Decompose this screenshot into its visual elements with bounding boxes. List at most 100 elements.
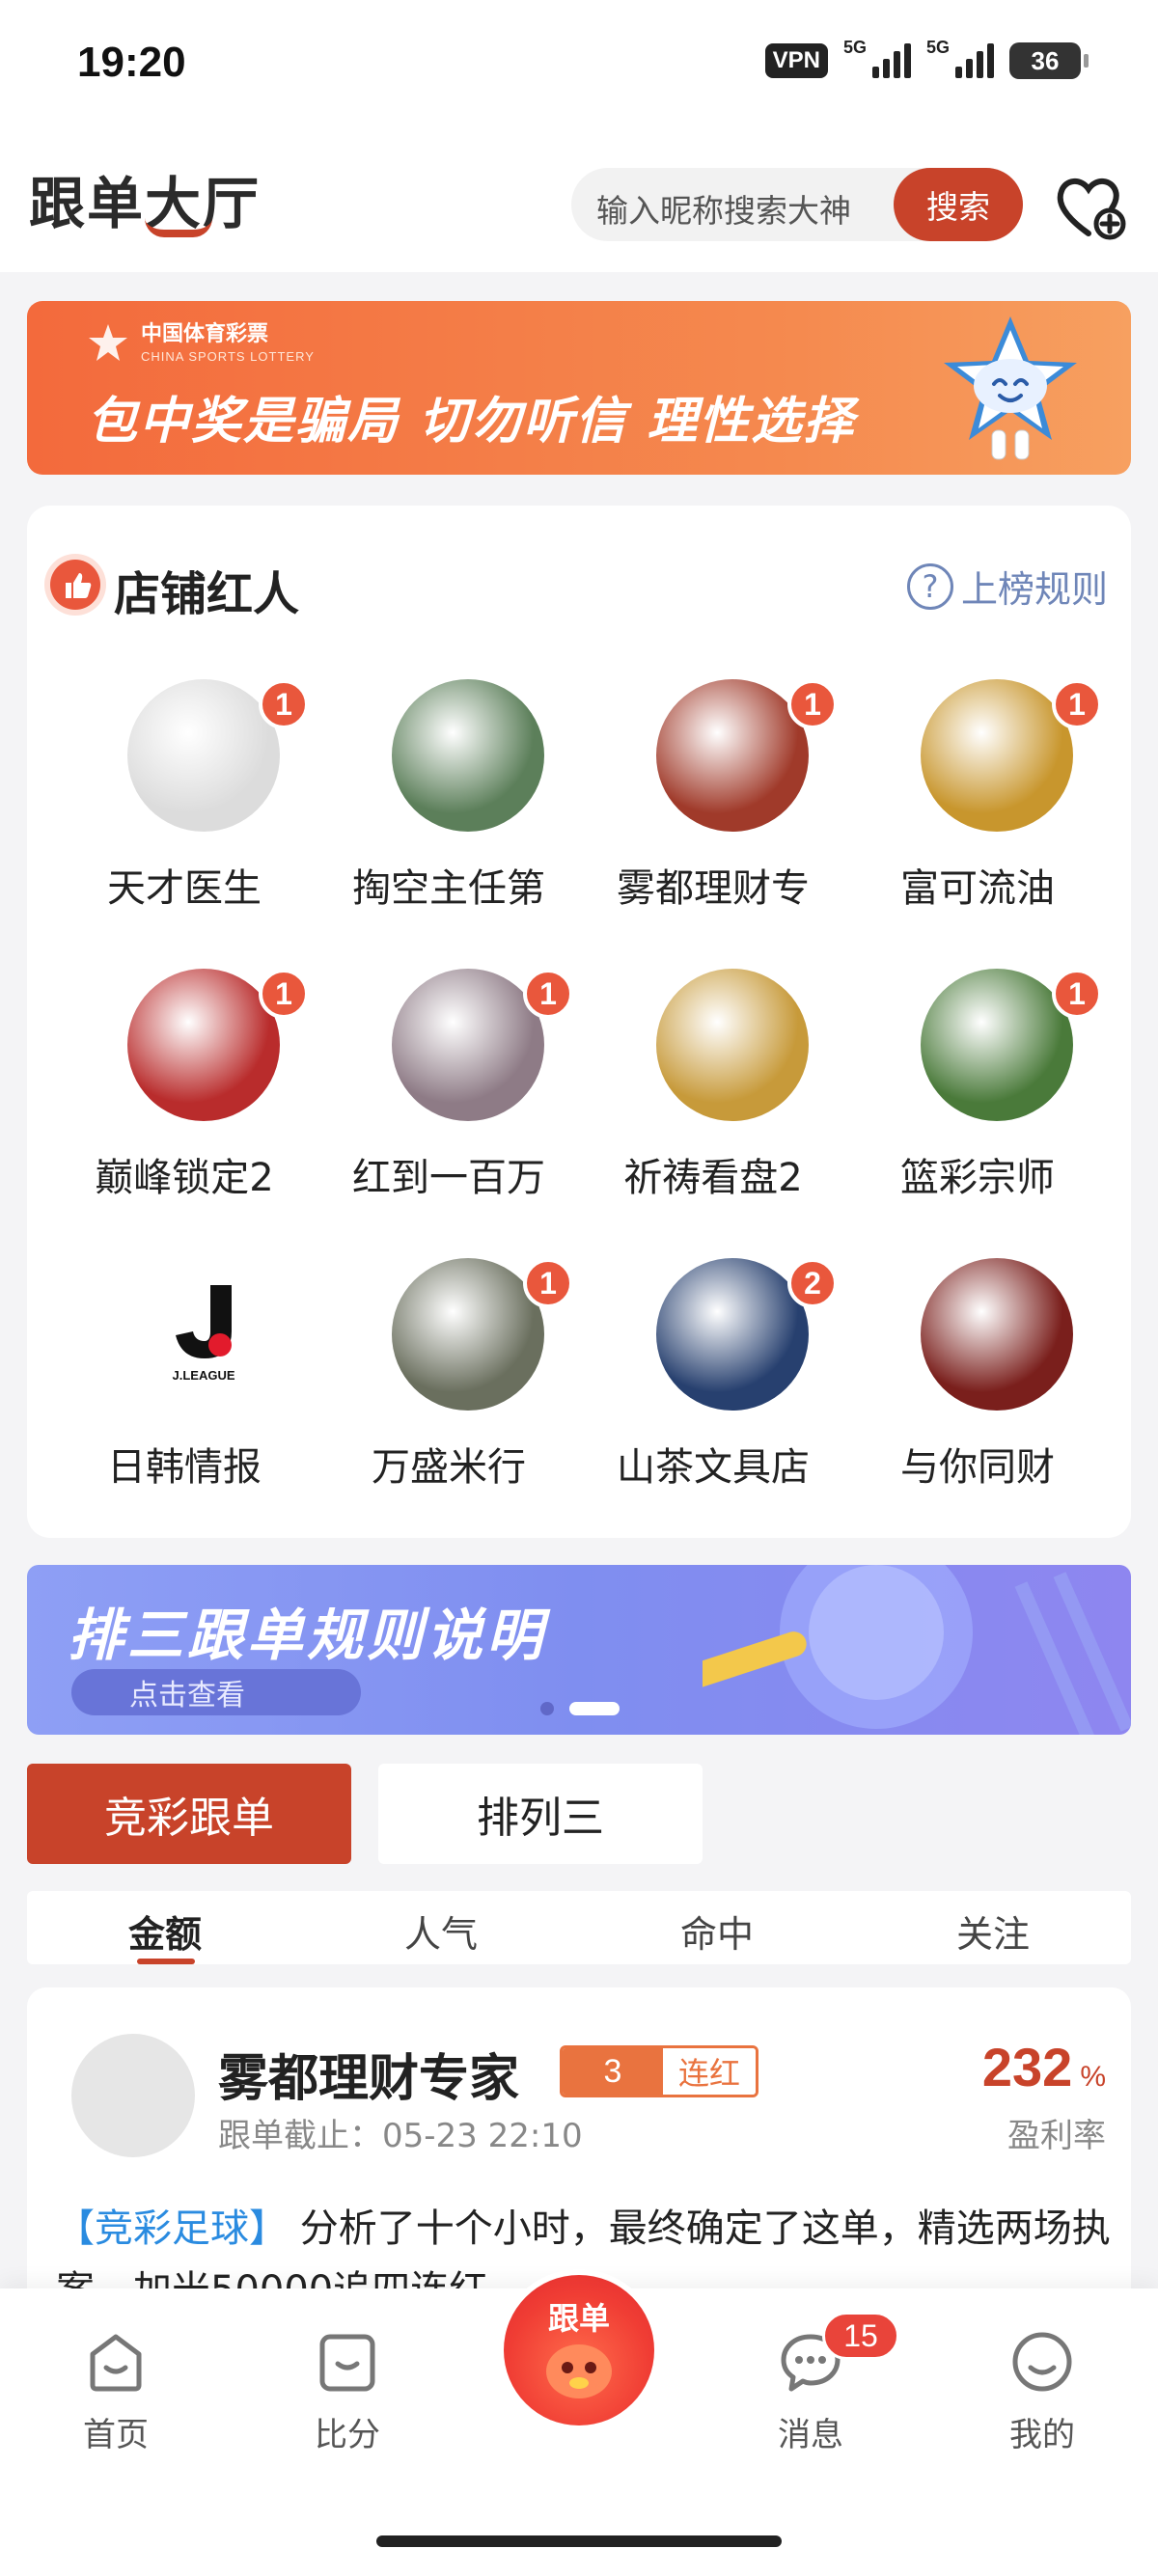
rank-badge: 1 (523, 1258, 573, 1308)
search-input[interactable]: 输入昵称搜索大神 搜索 (571, 168, 1023, 241)
lottery-brand: 中国体育彩票 (141, 322, 269, 346)
plan-tag[interactable]: 【竞彩足球】 (56, 2206, 288, 2251)
header: 跟单大厅 输入昵称搜索大神 搜索 (0, 135, 1158, 272)
avatar[interactable] (656, 679, 809, 832)
nav-score[interactable]: 比分 (270, 2325, 425, 2455)
avatar[interactable] (921, 679, 1073, 832)
mascot-face-icon (546, 2344, 612, 2398)
lottery-logo-icon (89, 324, 127, 361)
vpn-indicator: VPN (764, 43, 828, 78)
avatar[interactable] (392, 969, 544, 1121)
carousel-dot-active (569, 1702, 620, 1715)
nav-messages-label: 消息 (778, 2416, 843, 2454)
streak-badge: 3 连红 (560, 2045, 758, 2097)
signal-icon-2: 5G (926, 38, 994, 78)
status-icons: VPN 5G 5G 36 (764, 38, 1089, 79)
title-swoosh (145, 218, 212, 237)
nav-score-label: 比分 (315, 2416, 380, 2454)
store-star-name: 富可流油 (900, 866, 1055, 911)
store-star-item[interactable]: 1 雾都理财专 (575, 679, 851, 959)
avatar[interactable] (71, 2034, 195, 2157)
nav-home[interactable]: 首页 (39, 2325, 193, 2455)
rank-badge: 1 (259, 969, 309, 1019)
search-placeholder: 输入昵称搜索大神 (596, 192, 851, 230)
bottom-nav: 首页 比分 跟单 15 消息 我的 (0, 2275, 1158, 2576)
rank-badge: 1 (787, 679, 838, 729)
nav-mine[interactable]: 我的 (965, 2325, 1119, 2455)
avatar[interactable] (392, 679, 544, 832)
store-star-item[interactable]: 1 红到一百万 (311, 969, 587, 1248)
avatar[interactable] (127, 679, 280, 832)
tab-jingcai[interactable]: 竞彩跟单 (27, 1764, 351, 1864)
store-star-name: 篮彩宗师 (900, 1156, 1055, 1200)
store-star-item[interactable]: J.LEAGUE 日韩情报 (46, 1258, 322, 1538)
store-star-name: 与你同财 (900, 1445, 1055, 1490)
store-star-item[interactable]: 1 天才医生 (46, 679, 322, 959)
rank-badge: 1 (259, 679, 309, 729)
profit-value: 232 (981, 2037, 1073, 2097)
profit-label: 盈利率 (1007, 2117, 1106, 2155)
search-button[interactable]: 搜索 (894, 168, 1023, 241)
profit-unit: % (1080, 2061, 1106, 2093)
sort-tabs: 金额 人气 命中 关注 (27, 1891, 1131, 1964)
sort-tab-hit[interactable]: 命中 (579, 1905, 855, 1958)
store-star-item[interactable]: 1 万盛米行 (311, 1258, 587, 1538)
streak-label: 连红 (663, 2048, 756, 2095)
streak-count: 3 (563, 2048, 663, 2095)
status-time: 19:20 (77, 39, 186, 86)
jleague-text: J.LEAGUE (172, 1368, 235, 1383)
store-star-item[interactable]: 祈祷看盘2 (575, 969, 851, 1248)
store-stars-card: 店铺红人 ? 上榜规则 1 天才医生 掏空主任第 1 雾都理财专 1 富可流油 1 巅峰锁定2 1… (27, 506, 1131, 1538)
rank-badge: 2 (787, 1258, 838, 1308)
nav-follow[interactable]: 跟单 (504, 2275, 654, 2425)
avatar[interactable] (921, 1258, 1073, 1411)
nav-follow-label: 跟单 (547, 2300, 610, 2337)
avatar[interactable] (392, 1258, 544, 1411)
magnifier-decoration (703, 1565, 1131, 1735)
ranking-rules-link[interactable]: ? 上榜规则 (906, 560, 1108, 613)
avatar[interactable]: J.LEAGUE (127, 1258, 280, 1411)
score-icon (319, 2334, 375, 2392)
rules-banner[interactable]: 排三跟单规则说明 点击查看 (27, 1565, 1131, 1735)
store-star-item[interactable]: 与你同财 (840, 1258, 1116, 1538)
rank-badge: 1 (523, 969, 573, 1019)
follow-deadline: 跟单截止：05-23 22:10 (218, 2117, 583, 2155)
nav-home-label: 首页 (83, 2416, 149, 2454)
active-tab-indicator (137, 1959, 195, 1964)
view-rules-button[interactable]: 点击查看 (71, 1669, 361, 1715)
sort-tab-amount[interactable]: 金额 (27, 1905, 303, 1958)
sort-tab-follow[interactable]: 关注 (855, 1905, 1131, 1958)
message-count-badge: 15 (822, 2312, 899, 2360)
nav-messages[interactable]: 15 消息 (733, 2312, 899, 2455)
store-stars-title: 店铺红人 (114, 567, 300, 621)
store-star-item[interactable]: 1 巅峰锁定2 (46, 969, 322, 1248)
store-star-item[interactable]: 2 山茶文具店 (575, 1258, 851, 1538)
store-star-item[interactable]: 1 篮彩宗师 (840, 969, 1116, 1248)
follow-heart-icon[interactable] (1052, 170, 1129, 243)
banner-slogan: 包中奖是骗局 切勿听信 理性选择 (87, 393, 856, 451)
avatar[interactable] (656, 1258, 809, 1411)
lottery-brand-en: CHINA SPORTS LOTTERY (141, 349, 315, 364)
question-icon: ? (906, 562, 953, 610)
avatar[interactable] (127, 969, 280, 1121)
tab-pailie3[interactable]: 排列三 (378, 1764, 703, 1864)
expert-name: 雾都理财专家 (218, 2050, 520, 2108)
avatar[interactable] (921, 969, 1073, 1121)
profile-icon (1012, 2332, 1072, 2392)
store-star-item[interactable]: 掏空主任第 (311, 679, 587, 959)
battery-icon: 36 (1009, 42, 1089, 79)
rank-badge: 1 (1052, 679, 1102, 729)
avatar[interactable] (656, 969, 809, 1121)
signal-icon: 5G (843, 38, 911, 78)
ranking-rules-label: 上榜规则 (960, 568, 1108, 611)
store-star-item[interactable]: 1 富可流油 (840, 679, 1116, 959)
home-icon (90, 2334, 142, 2392)
sort-tab-popularity[interactable]: 人气 (303, 1905, 579, 1958)
rank-badge: 1 (1052, 969, 1102, 1019)
jleague-logo: J.LEAGUE (164, 1281, 243, 1387)
home-indicator (376, 2535, 782, 2547)
lottery-banner[interactable]: 中国体育彩票 CHINA SPORTS LOTTERY 包中奖是骗局 切勿听信 … (27, 301, 1131, 475)
page-title: 跟单大厅 (29, 171, 262, 236)
carousel-dot (540, 1702, 554, 1715)
profit-rate: 232% (982, 2036, 1106, 2098)
